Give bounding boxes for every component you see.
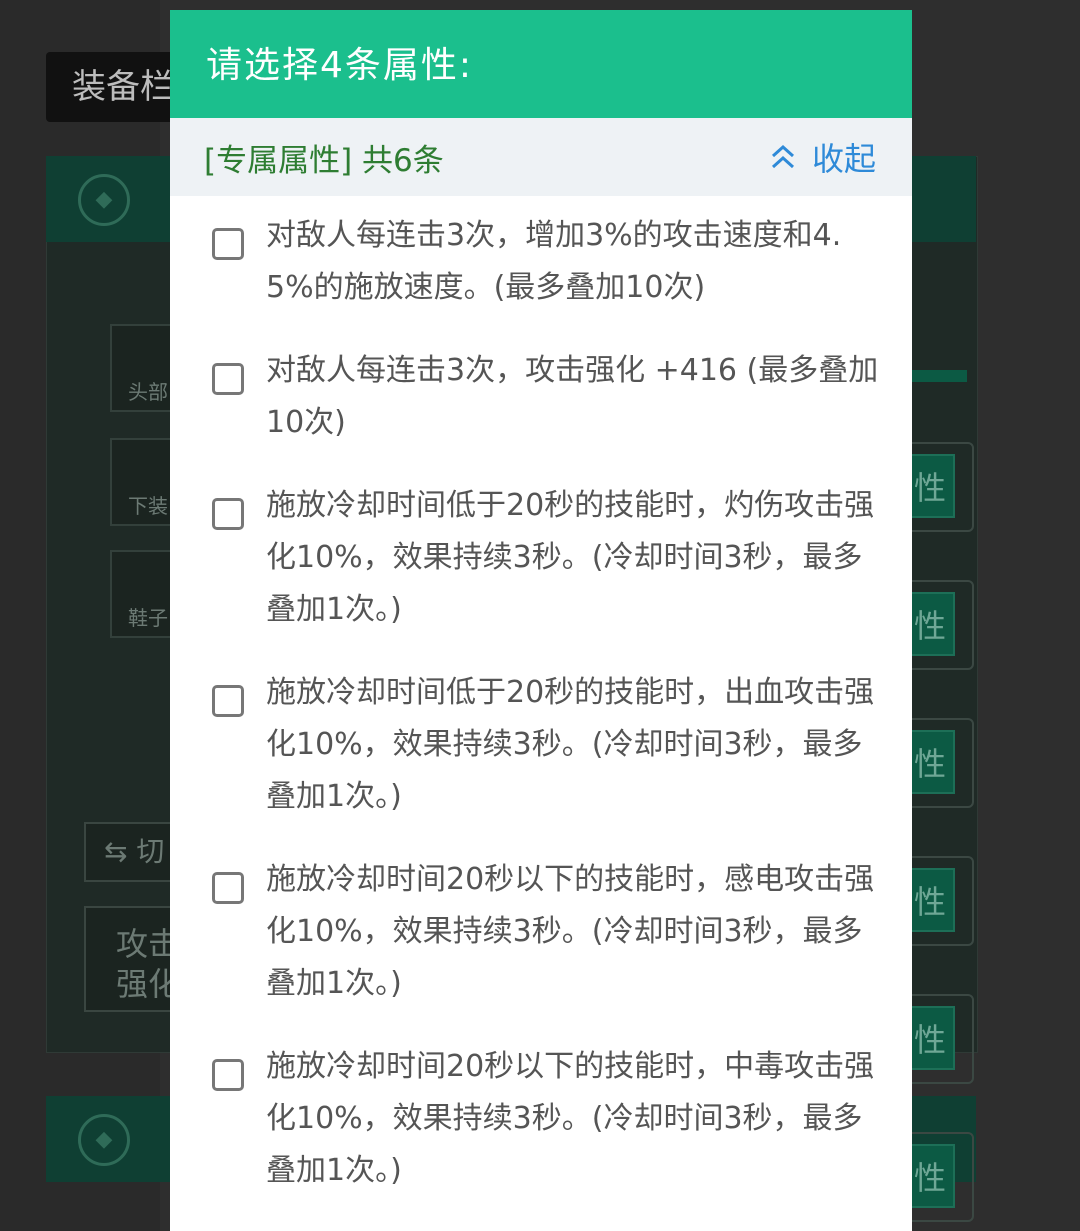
checkbox[interactable] xyxy=(212,363,244,395)
option-label: 施放冷却时间20秒以下的技能时，感电攻击强化10%，效果持续3秒。(冷却时间3秒… xyxy=(266,862,875,1001)
attribute-button[interactable]: 性 xyxy=(905,868,955,932)
attribute-button[interactable]: 性 xyxy=(905,592,955,656)
section-label: [专属属性] 共6条 xyxy=(204,142,444,179)
collapse-button[interactable]: 收起 xyxy=(768,134,876,180)
option-label: 施放冷却时间低于20秒的技能时，出血攻击强化10%，效果持续3秒。(冷却时间3秒… xyxy=(266,675,875,814)
equipment-tab-button[interactable]: 装备栏 xyxy=(46,52,186,122)
checkbox[interactable] xyxy=(212,228,244,260)
attribute-button[interactable]: 性 xyxy=(905,454,955,518)
option-label: 对敌人每连击3次，增加3%的攻击速度和4.5%的施放速度。(最多叠加10次) xyxy=(266,218,842,305)
checkbox[interactable] xyxy=(212,872,244,904)
attribute-option-list: 对敌人每连击3次，增加3%的攻击速度和4.5%的施放速度。(最多叠加10次) 对… xyxy=(170,196,912,1197)
shield-emblem-icon: ◆ xyxy=(78,174,130,226)
attribute-button[interactable]: 性 xyxy=(905,1006,955,1070)
attribute-option[interactable]: 施放冷却时间20秒以下的技能时，感电攻击强化10%，效果持续3秒。(冷却时间3秒… xyxy=(170,854,912,1010)
attribute-option[interactable]: 对敌人每连击3次，增加3%的攻击速度和4.5%的施放速度。(最多叠加10次) xyxy=(170,210,912,314)
attribute-button[interactable]: 性 xyxy=(905,1144,955,1208)
background-green-bar xyxy=(905,370,967,382)
checkbox[interactable] xyxy=(212,1059,244,1091)
attribute-button[interactable]: 性 xyxy=(905,730,955,794)
section-header: [专属属性] 共6条 收起 xyxy=(170,118,912,196)
chevron-up-double-icon xyxy=(771,144,794,169)
option-label: 对敌人每连击3次，攻击强化 +416 (最多叠加10次) xyxy=(266,353,879,440)
checkbox[interactable] xyxy=(212,498,244,530)
attribute-select-dialog: 请选择4条属性: [专属属性] 共6条 收起 对敌人每连击3次，增加3%的攻击速… xyxy=(170,10,912,1231)
attribute-option[interactable]: 施放冷却时间20秒以下的技能时，中毒攻击强化10%，效果持续3秒。(冷却时间3秒… xyxy=(170,1041,912,1197)
shield-emblem-icon: ◆ xyxy=(78,1114,130,1166)
checkbox[interactable] xyxy=(212,685,244,717)
option-label: 施放冷却时间20秒以下的技能时，中毒攻击强化10%，效果持续3秒。(冷却时间3秒… xyxy=(266,1049,875,1188)
attribute-option[interactable]: 施放冷却时间低于20秒的技能时，灼伤攻击强化10%，效果持续3秒。(冷却时间3秒… xyxy=(170,480,912,636)
attribute-option[interactable]: 对敌人每连击3次，攻击强化 +416 (最多叠加10次) xyxy=(170,345,912,449)
attribute-option[interactable]: 施放冷却时间低于20秒的技能时，出血攻击强化10%，效果持续3秒。(冷却时间3秒… xyxy=(170,667,912,823)
collapse-label: 收起 xyxy=(811,140,876,178)
option-label: 施放冷却时间低于20秒的技能时，灼伤攻击强化10%，效果持续3秒。(冷却时间3秒… xyxy=(266,488,875,627)
dialog-title: 请选择4条属性: xyxy=(170,10,912,118)
